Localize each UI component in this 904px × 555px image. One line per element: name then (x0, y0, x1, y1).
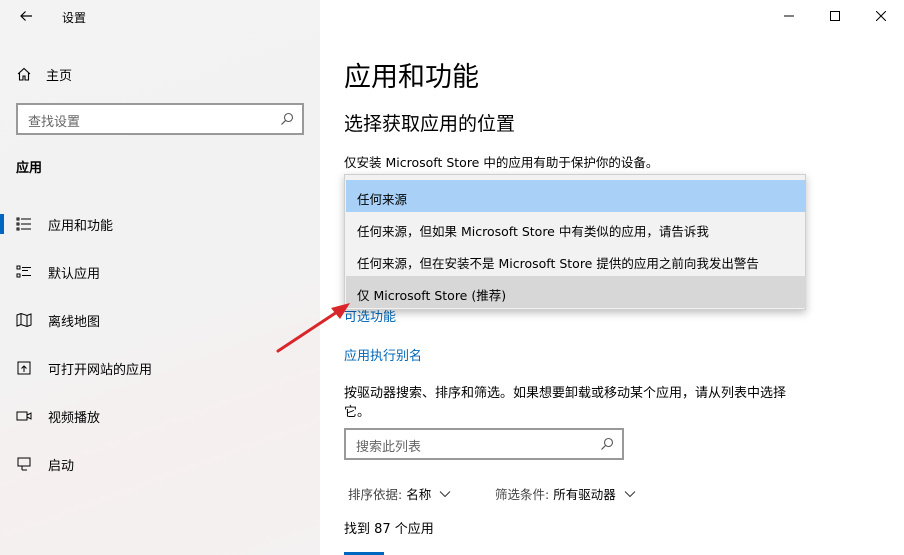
chevron-down-icon (624, 490, 636, 497)
startup-icon (17, 457, 31, 471)
active-indicator (0, 214, 4, 234)
filter-label: 筛选条件: (495, 487, 550, 502)
back-button[interactable] (12, 4, 40, 28)
apps-list-icon (16, 217, 31, 231)
sidebar: 设置 主页 查找设置 应用 应用和功能 默认应用 离线地图 可打开网站的应用 视… (0, 0, 320, 555)
sort-by-dropdown[interactable]: 排序依据: 名称 (348, 484, 451, 503)
app-source-dropdown[interactable]: 任何来源 任何来源，但如果 Microsoft Store 中有类似的应用，请告… (344, 174, 806, 310)
app-count-text: 找到 87 个应用 (344, 522, 434, 537)
sidebar-item-label: 默认应用 (48, 267, 101, 282)
minimize-icon (784, 15, 794, 17)
sidebar-item-label: 离线地图 (48, 315, 101, 330)
map-icon (16, 312, 32, 328)
search-placeholder: 搜索此列表 (356, 440, 422, 455)
app-list-search-input[interactable]: 搜索此列表 (344, 428, 624, 460)
home-icon (17, 67, 31, 81)
home-nav[interactable]: 主页 (16, 62, 72, 86)
sidebar-item-video-playback[interactable]: 视频播放 (0, 392, 320, 440)
sidebar-item-startup[interactable]: 启动 (0, 440, 320, 488)
sidebar-item-label: 启动 (48, 459, 75, 474)
store-hint-text: 仅安装 Microsoft Store 中的应用有助于保护你的设备。 (344, 155, 659, 170)
minimize-button[interactable] (766, 0, 812, 32)
section-title: 选择获取应用的位置 (344, 113, 516, 135)
search-icon (601, 437, 614, 450)
video-icon (16, 411, 32, 421)
dropdown-option-anywhere-notify[interactable]: 任何来源，但如果 Microsoft Store 中有类似的应用，请告诉我 (346, 212, 806, 244)
window-title: 设置 (62, 11, 87, 25)
description-text: 按驱动器搜索、排序和筛选。如果想要卸载或移动某个应用，请从列表中选择它。 (344, 386, 787, 420)
close-icon (876, 11, 886, 21)
settings-search-input[interactable]: 查找设置 (16, 103, 304, 135)
maximize-button[interactable] (812, 0, 858, 32)
dropdown-option-store-only[interactable]: 仅 Microsoft Store (推荐) (346, 276, 806, 308)
sidebar-item-label: 视频播放 (48, 411, 101, 426)
dropdown-option-anywhere-warn[interactable]: 任何来源，但在安装不是 Microsoft Store 提供的应用之前向我发出警… (346, 244, 806, 276)
dropdown-option-anywhere[interactable]: 任何来源 (346, 180, 806, 212)
sidebar-item-label: 可打开网站的应用 (48, 363, 153, 378)
sidebar-item-apps-features[interactable]: 应用和功能 (0, 200, 320, 248)
annotation-arrow-icon (276, 303, 350, 353)
filter-value: 所有驱动器 (553, 487, 616, 502)
maximize-icon (830, 11, 840, 21)
close-button[interactable] (858, 0, 904, 32)
sort-value: 名称 (406, 487, 432, 502)
sidebar-item-label: 应用和功能 (48, 219, 114, 234)
page-title: 应用和功能 (344, 62, 479, 93)
section-label: 应用 (16, 161, 43, 176)
chevron-down-icon (439, 490, 451, 497)
sort-label: 排序依据: (348, 487, 403, 502)
search-placeholder: 查找设置 (28, 115, 81, 130)
default-apps-icon (16, 265, 31, 278)
back-arrow-icon (20, 11, 32, 21)
open-web-icon (17, 361, 31, 375)
search-icon (281, 112, 294, 125)
filter-by-dropdown[interactable]: 筛选条件: 所有驱动器 (495, 484, 636, 503)
home-label: 主页 (46, 68, 73, 84)
